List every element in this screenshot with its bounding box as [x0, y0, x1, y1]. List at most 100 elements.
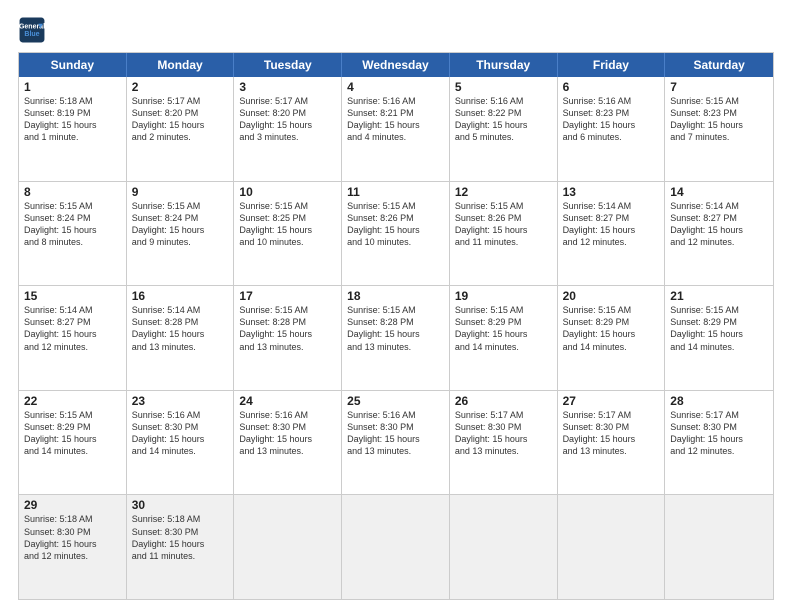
calendar-cell: 18Sunrise: 5:15 AM Sunset: 8:28 PM Dayli…	[342, 286, 450, 390]
calendar-cell: 6Sunrise: 5:16 AM Sunset: 8:23 PM Daylig…	[558, 77, 666, 181]
calendar-cell: 15Sunrise: 5:14 AM Sunset: 8:27 PM Dayli…	[19, 286, 127, 390]
day-info: Sunrise: 5:14 AM Sunset: 8:27 PM Dayligh…	[24, 304, 121, 353]
day-number: 2	[132, 80, 229, 94]
day-info: Sunrise: 5:15 AM Sunset: 8:26 PM Dayligh…	[347, 200, 444, 249]
weekday-header: Thursday	[450, 53, 558, 77]
day-number: 25	[347, 394, 444, 408]
day-info: Sunrise: 5:16 AM Sunset: 8:30 PM Dayligh…	[347, 409, 444, 458]
day-number: 16	[132, 289, 229, 303]
calendar-cell	[450, 495, 558, 599]
day-info: Sunrise: 5:17 AM Sunset: 8:20 PM Dayligh…	[239, 95, 336, 144]
calendar-cell: 1Sunrise: 5:18 AM Sunset: 8:19 PM Daylig…	[19, 77, 127, 181]
day-info: Sunrise: 5:18 AM Sunset: 8:30 PM Dayligh…	[24, 513, 121, 562]
day-info: Sunrise: 5:18 AM Sunset: 8:30 PM Dayligh…	[132, 513, 229, 562]
calendar-cell: 3Sunrise: 5:17 AM Sunset: 8:20 PM Daylig…	[234, 77, 342, 181]
calendar-cell: 22Sunrise: 5:15 AM Sunset: 8:29 PM Dayli…	[19, 391, 127, 495]
day-number: 13	[563, 185, 660, 199]
calendar-cell: 14Sunrise: 5:14 AM Sunset: 8:27 PM Dayli…	[665, 182, 773, 286]
day-number: 14	[670, 185, 768, 199]
calendar-cell	[558, 495, 666, 599]
weekday-header: Sunday	[19, 53, 127, 77]
logo-icon: General Blue	[18, 16, 46, 44]
calendar-cell: 4Sunrise: 5:16 AM Sunset: 8:21 PM Daylig…	[342, 77, 450, 181]
day-number: 18	[347, 289, 444, 303]
day-number: 6	[563, 80, 660, 94]
calendar-cell: 26Sunrise: 5:17 AM Sunset: 8:30 PM Dayli…	[450, 391, 558, 495]
calendar-week-row: 22Sunrise: 5:15 AM Sunset: 8:29 PM Dayli…	[19, 390, 773, 495]
header: General Blue	[18, 16, 774, 44]
calendar-cell: 2Sunrise: 5:17 AM Sunset: 8:20 PM Daylig…	[127, 77, 235, 181]
svg-text:Blue: Blue	[24, 31, 39, 38]
day-number: 11	[347, 185, 444, 199]
day-info: Sunrise: 5:15 AM Sunset: 8:29 PM Dayligh…	[24, 409, 121, 458]
calendar-cell	[342, 495, 450, 599]
day-info: Sunrise: 5:15 AM Sunset: 8:29 PM Dayligh…	[455, 304, 552, 353]
day-number: 29	[24, 498, 121, 512]
day-number: 3	[239, 80, 336, 94]
day-info: Sunrise: 5:15 AM Sunset: 8:28 PM Dayligh…	[347, 304, 444, 353]
day-info: Sunrise: 5:16 AM Sunset: 8:21 PM Dayligh…	[347, 95, 444, 144]
calendar-cell: 12Sunrise: 5:15 AM Sunset: 8:26 PM Dayli…	[450, 182, 558, 286]
day-number: 8	[24, 185, 121, 199]
calendar-cell: 17Sunrise: 5:15 AM Sunset: 8:28 PM Dayli…	[234, 286, 342, 390]
weekday-header: Tuesday	[234, 53, 342, 77]
calendar-cell: 24Sunrise: 5:16 AM Sunset: 8:30 PM Dayli…	[234, 391, 342, 495]
weekday-header: Friday	[558, 53, 666, 77]
weekday-header: Monday	[127, 53, 235, 77]
day-number: 21	[670, 289, 768, 303]
day-number: 27	[563, 394, 660, 408]
calendar-cell: 16Sunrise: 5:14 AM Sunset: 8:28 PM Dayli…	[127, 286, 235, 390]
calendar-cell: 28Sunrise: 5:17 AM Sunset: 8:30 PM Dayli…	[665, 391, 773, 495]
calendar-week-row: 29Sunrise: 5:18 AM Sunset: 8:30 PM Dayli…	[19, 494, 773, 599]
calendar: SundayMondayTuesdayWednesdayThursdayFrid…	[18, 52, 774, 600]
day-number: 1	[24, 80, 121, 94]
calendar-cell: 21Sunrise: 5:15 AM Sunset: 8:29 PM Dayli…	[665, 286, 773, 390]
calendar-cell: 7Sunrise: 5:15 AM Sunset: 8:23 PM Daylig…	[665, 77, 773, 181]
day-info: Sunrise: 5:17 AM Sunset: 8:30 PM Dayligh…	[670, 409, 768, 458]
calendar-cell: 23Sunrise: 5:16 AM Sunset: 8:30 PM Dayli…	[127, 391, 235, 495]
calendar-week-row: 1Sunrise: 5:18 AM Sunset: 8:19 PM Daylig…	[19, 77, 773, 181]
day-info: Sunrise: 5:15 AM Sunset: 8:29 PM Dayligh…	[563, 304, 660, 353]
day-info: Sunrise: 5:15 AM Sunset: 8:25 PM Dayligh…	[239, 200, 336, 249]
calendar-cell: 27Sunrise: 5:17 AM Sunset: 8:30 PM Dayli…	[558, 391, 666, 495]
day-number: 10	[239, 185, 336, 199]
page: General Blue SundayMondayTuesdayWednesda…	[0, 0, 792, 612]
day-number: 4	[347, 80, 444, 94]
day-info: Sunrise: 5:18 AM Sunset: 8:19 PM Dayligh…	[24, 95, 121, 144]
day-number: 26	[455, 394, 552, 408]
day-info: Sunrise: 5:14 AM Sunset: 8:28 PM Dayligh…	[132, 304, 229, 353]
calendar-cell	[665, 495, 773, 599]
day-info: Sunrise: 5:15 AM Sunset: 8:23 PM Dayligh…	[670, 95, 768, 144]
calendar-cell: 9Sunrise: 5:15 AM Sunset: 8:24 PM Daylig…	[127, 182, 235, 286]
day-info: Sunrise: 5:16 AM Sunset: 8:23 PM Dayligh…	[563, 95, 660, 144]
day-info: Sunrise: 5:17 AM Sunset: 8:20 PM Dayligh…	[132, 95, 229, 144]
day-number: 23	[132, 394, 229, 408]
day-number: 12	[455, 185, 552, 199]
day-info: Sunrise: 5:14 AM Sunset: 8:27 PM Dayligh…	[670, 200, 768, 249]
day-number: 9	[132, 185, 229, 199]
day-info: Sunrise: 5:16 AM Sunset: 8:30 PM Dayligh…	[132, 409, 229, 458]
calendar-cell: 5Sunrise: 5:16 AM Sunset: 8:22 PM Daylig…	[450, 77, 558, 181]
day-number: 24	[239, 394, 336, 408]
day-info: Sunrise: 5:15 AM Sunset: 8:28 PM Dayligh…	[239, 304, 336, 353]
calendar-cell: 11Sunrise: 5:15 AM Sunset: 8:26 PM Dayli…	[342, 182, 450, 286]
calendar-cell: 20Sunrise: 5:15 AM Sunset: 8:29 PM Dayli…	[558, 286, 666, 390]
calendar-cell: 29Sunrise: 5:18 AM Sunset: 8:30 PM Dayli…	[19, 495, 127, 599]
day-number: 5	[455, 80, 552, 94]
calendar-cell: 30Sunrise: 5:18 AM Sunset: 8:30 PM Dayli…	[127, 495, 235, 599]
day-info: Sunrise: 5:17 AM Sunset: 8:30 PM Dayligh…	[455, 409, 552, 458]
day-info: Sunrise: 5:15 AM Sunset: 8:26 PM Dayligh…	[455, 200, 552, 249]
day-info: Sunrise: 5:15 AM Sunset: 8:24 PM Dayligh…	[132, 200, 229, 249]
day-number: 7	[670, 80, 768, 94]
calendar-week-row: 8Sunrise: 5:15 AM Sunset: 8:24 PM Daylig…	[19, 181, 773, 286]
calendar-cell: 19Sunrise: 5:15 AM Sunset: 8:29 PM Dayli…	[450, 286, 558, 390]
day-number: 22	[24, 394, 121, 408]
day-info: Sunrise: 5:15 AM Sunset: 8:24 PM Dayligh…	[24, 200, 121, 249]
calendar-cell: 13Sunrise: 5:14 AM Sunset: 8:27 PM Dayli…	[558, 182, 666, 286]
calendar-header: SundayMondayTuesdayWednesdayThursdayFrid…	[19, 53, 773, 77]
day-info: Sunrise: 5:16 AM Sunset: 8:30 PM Dayligh…	[239, 409, 336, 458]
day-info: Sunrise: 5:16 AM Sunset: 8:22 PM Dayligh…	[455, 95, 552, 144]
calendar-body: 1Sunrise: 5:18 AM Sunset: 8:19 PM Daylig…	[19, 77, 773, 599]
day-info: Sunrise: 5:15 AM Sunset: 8:29 PM Dayligh…	[670, 304, 768, 353]
weekday-header: Saturday	[665, 53, 773, 77]
